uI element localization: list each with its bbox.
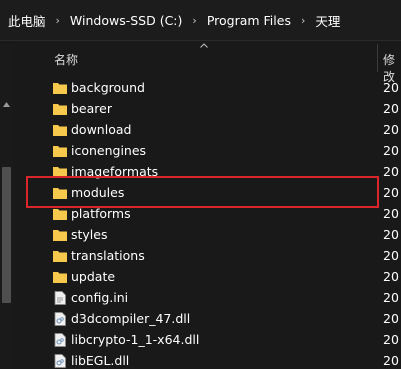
- file-name: config.ini: [71, 290, 129, 305]
- date-modified: 20: [383, 122, 399, 137]
- date-modified: 20: [383, 185, 399, 200]
- date-modified: 20: [383, 80, 399, 95]
- file-name: background: [71, 80, 145, 95]
- breadcrumb-item-drive[interactable]: Windows-SSD (C:): [70, 13, 182, 28]
- column-divider[interactable]: [377, 44, 378, 72]
- file-name: iconengines: [71, 143, 147, 158]
- date-modified: 20: [383, 164, 399, 179]
- breadcrumb-item-program-files[interactable]: Program Files: [207, 13, 291, 28]
- file-name: d3dcompiler_47.dll: [71, 311, 191, 326]
- folder-icon: [52, 270, 68, 284]
- date-modified: 20: [383, 290, 399, 305]
- dll-file-icon: [52, 311, 68, 326]
- folder-row[interactable]: download 20: [48, 119, 401, 140]
- chevron-right-icon[interactable]: ›: [301, 14, 305, 27]
- file-name: translations: [71, 248, 145, 263]
- highlight-annotation: [26, 176, 379, 208]
- folder-row[interactable]: update 20: [48, 266, 401, 287]
- file-row[interactable]: d3dcompiler_47.dll 20: [48, 308, 401, 329]
- date-modified: 20: [383, 269, 399, 284]
- folder-icon: [52, 207, 68, 221]
- chevron-right-icon[interactable]: ›: [56, 14, 60, 27]
- file-name: download: [71, 122, 132, 137]
- folder-row[interactable]: translations 20: [48, 245, 401, 266]
- scrollbar-thumb[interactable]: [2, 167, 11, 303]
- date-modified: 20: [383, 227, 399, 242]
- settings-file-icon: [52, 290, 68, 305]
- column-header: 名称 修改: [0, 44, 401, 84]
- folder-icon: [52, 102, 68, 116]
- date-modified: 20: [383, 248, 399, 263]
- breadcrumb-item-this-pc[interactable]: 此电脑: [8, 11, 46, 30]
- folder-icon: [52, 249, 68, 263]
- folder-row[interactable]: bearer 20: [48, 98, 401, 119]
- dll-file-icon: [52, 332, 68, 347]
- file-name: styles: [71, 227, 108, 242]
- folder-row[interactable]: iconengines 20: [48, 140, 401, 161]
- file-name: platforms: [71, 206, 131, 221]
- breadcrumb-item-current-folder[interactable]: 天理: [315, 11, 340, 30]
- date-modified: 20: [383, 143, 399, 158]
- folder-icon: [52, 123, 68, 137]
- folder-row[interactable]: styles 20: [48, 224, 401, 245]
- date-modified: 20: [383, 332, 399, 347]
- file-name: update: [71, 269, 116, 284]
- file-row[interactable]: libcrypto-1_1-x64.dll 20: [48, 329, 401, 350]
- date-modified: 20: [383, 206, 399, 221]
- file-name: bearer: [71, 101, 112, 116]
- column-header-name[interactable]: 名称: [54, 51, 78, 68]
- folder-icon: [52, 81, 68, 95]
- folder-row[interactable]: background 20: [48, 77, 401, 98]
- file-row[interactable]: libEGL.dll 20: [48, 350, 401, 369]
- chevron-right-icon[interactable]: ›: [192, 14, 196, 27]
- breadcrumb: 此电脑 › Windows-SSD (C:) › Program Files ›…: [0, 0, 401, 41]
- folder-icon: [52, 228, 68, 242]
- dll-file-icon: [52, 353, 68, 368]
- scroll-up-arrow-icon[interactable]: [3, 102, 10, 107]
- date-modified: 20: [383, 311, 399, 326]
- file-name: libcrypto-1_1-x64.dll: [71, 332, 200, 347]
- left-scrollbar[interactable]: [0, 44, 14, 369]
- date-modified: 20: [383, 101, 399, 116]
- folder-icon: [52, 144, 68, 158]
- file-row[interactable]: config.ini 20: [48, 287, 401, 308]
- date-modified: 20: [383, 353, 399, 368]
- file-name: libEGL.dll: [71, 353, 130, 368]
